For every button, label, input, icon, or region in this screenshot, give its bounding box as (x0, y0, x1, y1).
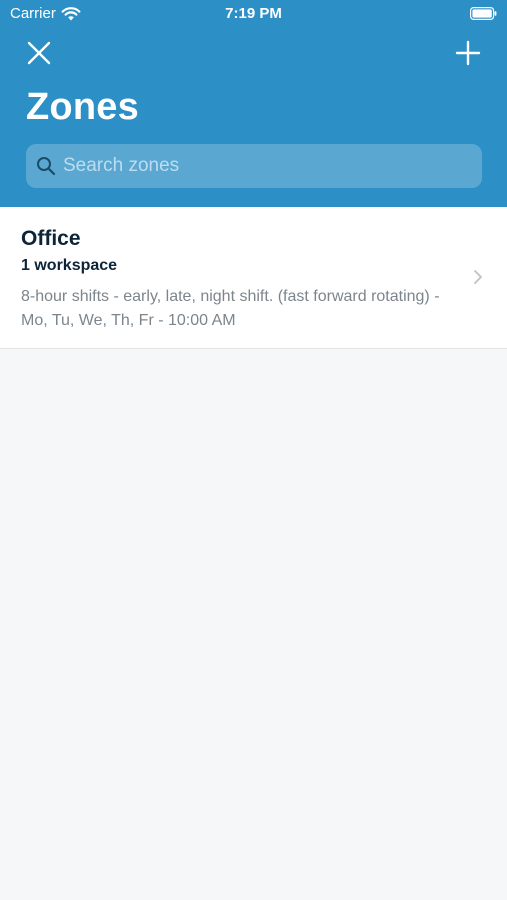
zone-name: Office (21, 227, 81, 250)
close-button[interactable] (26, 40, 52, 66)
plus-icon (455, 40, 481, 66)
zone-workspace-count: 1 workspace (21, 257, 118, 274)
search-bar[interactable] (26, 144, 482, 188)
page-title: Zones (26, 86, 139, 128)
search-input[interactable] (63, 146, 463, 186)
zone-description: 8-hour shifts - early, late, night shift… (21, 288, 440, 329)
header: Carrier 7:19 PM Zones (0, 0, 507, 207)
search-icon (37, 157, 56, 176)
chevron-right-icon (474, 270, 482, 284)
status-time: 7:19 PM (225, 5, 282, 22)
status-bar: Carrier 7:19 PM (0, 0, 507, 28)
zone-list-item[interactable]: Office 1 workspace 8-hour shifts - early… (0, 207, 507, 348)
add-zone-button[interactable] (455, 40, 481, 66)
zones-list: Office 1 workspace 8-hour shifts - early… (0, 207, 507, 349)
battery-icon (470, 7, 497, 20)
close-icon (27, 41, 51, 65)
